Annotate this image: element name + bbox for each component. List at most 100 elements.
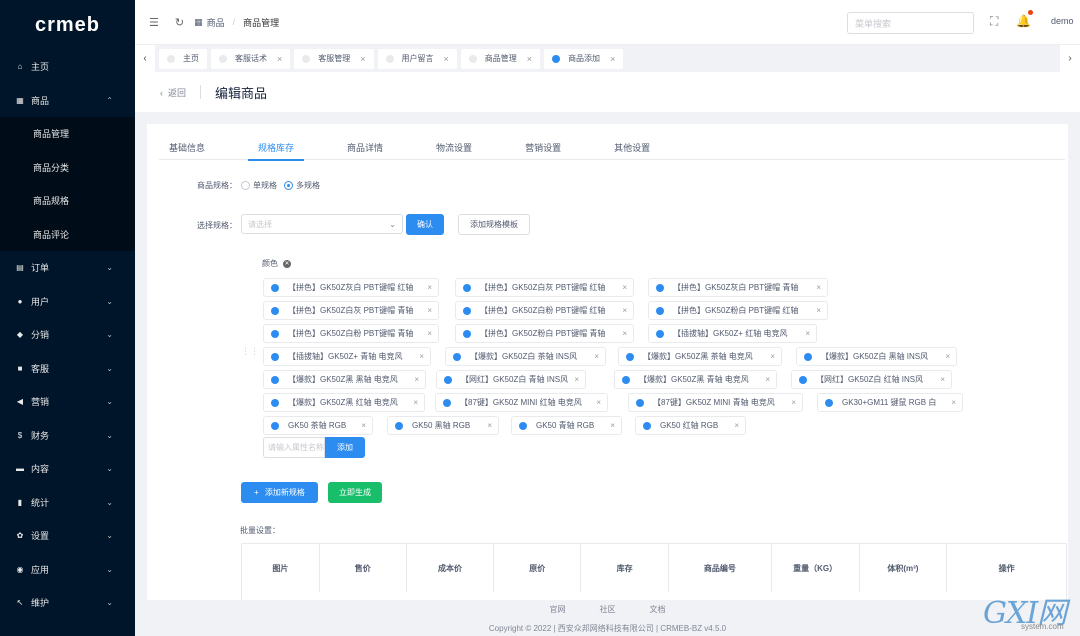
sidebar-item-1[interactable]: ▦ 商品 ⌃ xyxy=(0,84,135,118)
image-upload-icon[interactable] xyxy=(656,306,664,315)
image-upload-icon[interactable] xyxy=(463,283,471,292)
close-icon[interactable]: × xyxy=(951,398,956,407)
close-icon[interactable]: × xyxy=(816,283,821,292)
image-upload-icon[interactable] xyxy=(463,306,471,315)
sidebar-item-9[interactable]: ▮ 统计 ⌄ xyxy=(0,486,135,520)
image-upload-icon[interactable] xyxy=(626,352,634,361)
image-upload-icon[interactable] xyxy=(463,329,471,338)
refresh-icon[interactable]: ↻ xyxy=(175,16,184,29)
close-icon[interactable]: × xyxy=(622,329,627,338)
close-icon[interactable]: × xyxy=(427,329,432,338)
tab-item[interactable]: 客服管理 × xyxy=(294,48,374,69)
image-upload-icon[interactable] xyxy=(636,398,644,407)
sidebar-subitem[interactable]: 商品分类 xyxy=(0,151,135,185)
add-template-button[interactable]: 添加规格模板 xyxy=(458,214,530,235)
image-upload-icon[interactable] xyxy=(656,283,664,292)
image-upload-icon[interactable] xyxy=(643,421,651,430)
sidebar-item-0[interactable]: ⌂ 主页 xyxy=(0,50,135,84)
close-icon[interactable]: × xyxy=(360,54,365,64)
close-icon[interactable]: × xyxy=(734,421,739,430)
close-icon[interactable]: × xyxy=(414,375,419,384)
close-icon[interactable]: × xyxy=(427,306,432,315)
remove-attr-icon[interactable]: ✕ xyxy=(283,259,291,268)
tab-item[interactable]: 客服话术 × xyxy=(211,48,291,69)
confirm-button[interactable]: 确认 xyxy=(406,214,444,235)
close-icon[interactable]: × xyxy=(487,421,492,430)
form-tab-2[interactable]: 商品详情 xyxy=(337,134,393,160)
close-icon[interactable]: × xyxy=(277,54,282,64)
close-icon[interactable]: × xyxy=(413,398,418,407)
image-upload-icon[interactable] xyxy=(804,352,812,361)
image-upload-icon[interactable] xyxy=(271,329,279,338)
image-upload-icon[interactable] xyxy=(271,398,279,407)
close-icon[interactable]: × xyxy=(527,54,532,64)
footer-link[interactable]: 文档 xyxy=(650,604,666,615)
generate-button[interactable]: 立即生成 xyxy=(328,482,382,503)
close-icon[interactable]: × xyxy=(791,398,796,407)
image-upload-icon[interactable] xyxy=(271,421,279,430)
close-icon[interactable]: × xyxy=(770,352,775,361)
close-icon[interactable]: × xyxy=(361,421,366,430)
close-icon[interactable]: × xyxy=(427,283,432,292)
image-upload-icon[interactable] xyxy=(271,283,279,292)
drag-handle-icon[interactable]: ⋮⋮ xyxy=(241,346,259,357)
tab-item[interactable]: 主页 xyxy=(159,48,207,69)
image-upload-icon[interactable] xyxy=(656,329,664,338)
image-upload-icon[interactable] xyxy=(453,352,461,361)
image-upload-icon[interactable] xyxy=(271,375,279,384)
breadcrumb-root[interactable]: 商品 xyxy=(207,16,225,29)
image-upload-icon[interactable] xyxy=(622,375,630,384)
sidebar-subitem[interactable]: 商品规格 xyxy=(0,184,135,218)
close-icon[interactable]: × xyxy=(594,352,599,361)
spec-select[interactable]: 请选择 ⌄ xyxy=(241,214,403,234)
add-spec-button[interactable]: + 添加新规格 xyxy=(241,482,318,503)
image-upload-icon[interactable] xyxy=(395,421,403,430)
user-name[interactable]: demo xyxy=(1051,16,1074,26)
footer-link[interactable]: 社区 xyxy=(600,604,616,615)
menu-toggle-icon[interactable]: ☰ xyxy=(149,16,159,29)
sidebar-subitem[interactable]: 商品评论 xyxy=(0,218,135,252)
attr-value-input[interactable]: 请输入属性名称 xyxy=(263,437,325,458)
image-upload-icon[interactable] xyxy=(825,398,833,407)
close-icon[interactable]: × xyxy=(419,352,424,361)
image-upload-icon[interactable] xyxy=(799,375,807,384)
close-icon[interactable]: × xyxy=(622,306,627,315)
sidebar-item-7[interactable]: $ 财务 ⌄ xyxy=(0,419,135,453)
close-icon[interactable]: × xyxy=(816,306,821,315)
close-icon[interactable]: × xyxy=(610,421,615,430)
close-icon[interactable]: × xyxy=(805,329,810,338)
close-icon[interactable]: × xyxy=(622,283,627,292)
tabs-prev-icon[interactable]: ‹ xyxy=(135,45,155,72)
sidebar-item-6[interactable]: ◀ 营销 ⌄ xyxy=(0,385,135,419)
close-icon[interactable]: × xyxy=(596,398,601,407)
image-upload-icon[interactable] xyxy=(271,306,279,315)
form-tab-4[interactable]: 营销设置 xyxy=(515,134,571,160)
sidebar-item-11[interactable]: ◉ 应用 ⌄ xyxy=(0,553,135,587)
form-tab-3[interactable]: 物流设置 xyxy=(426,134,482,160)
sidebar-item-5[interactable]: ■ 客服 ⌄ xyxy=(0,352,135,386)
radio-single-spec[interactable]: 单规格 xyxy=(241,180,277,191)
tabs-next-icon[interactable]: › xyxy=(1060,45,1080,72)
tab-item[interactable]: 用户留言 × xyxy=(377,48,457,69)
form-tab-5[interactable]: 其他设置 xyxy=(604,134,660,160)
sidebar-item-2[interactable]: ▤ 订单 ⌄ xyxy=(0,251,135,285)
tab-item[interactable]: 商品添加 × xyxy=(544,48,624,69)
close-icon[interactable]: × xyxy=(945,352,950,361)
image-upload-icon[interactable] xyxy=(443,398,451,407)
sidebar-item-3[interactable]: ● 用户 ⌄ xyxy=(0,285,135,319)
add-attr-value-button[interactable]: 添加 xyxy=(325,437,365,458)
image-upload-icon[interactable] xyxy=(271,352,279,361)
close-icon[interactable]: × xyxy=(765,375,770,384)
sidebar-item-8[interactable]: ▬ 内容 ⌄ xyxy=(0,452,135,486)
form-tab-0[interactable]: 基础信息 xyxy=(159,134,215,160)
back-button[interactable]: ‹ 返回 xyxy=(160,86,186,99)
close-icon[interactable]: × xyxy=(574,375,579,384)
radio-multi-spec[interactable]: 多规格 xyxy=(284,180,320,191)
menu-search-input[interactable]: 菜单搜索 xyxy=(847,12,974,34)
footer-link[interactable]: 官网 xyxy=(550,604,566,615)
image-upload-icon[interactable] xyxy=(519,421,527,430)
sidebar-item-4[interactable]: ◆ 分销 ⌄ xyxy=(0,318,135,352)
fullscreen-icon[interactable]: ⛶ xyxy=(990,14,998,29)
sidebar-subitem[interactable]: 商品管理 xyxy=(0,117,135,151)
form-tab-1[interactable]: 规格库存 xyxy=(248,134,305,161)
